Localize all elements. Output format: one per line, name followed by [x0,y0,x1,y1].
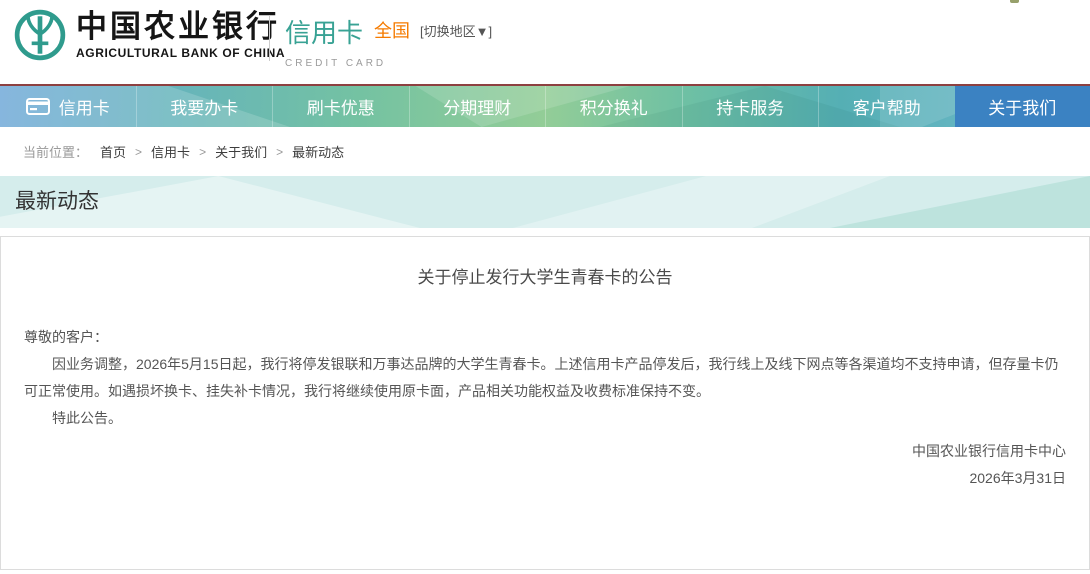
page: 中国农业银行 AGRICULTURAL BANK OF CHINA 信用卡 CR… [0,0,1090,574]
page-title: 最新动态 [0,176,1090,228]
article-paragraph: 特此公告。 [24,405,1066,432]
credit-card-icon [26,98,50,115]
nav-item-label: 关于我们 [988,94,1056,119]
region-selector: 全国 [切换地区▼] [374,17,492,43]
page-title-band: 最新动态 [0,176,1090,228]
bank-name-cn: 中国农业银行 [76,10,285,44]
nav-item-label: 分期理财 [443,94,511,119]
bank-name: 中国农业银行 AGRICULTURAL BANK OF CHINA [76,10,285,60]
credit-card-section-title: 信用卡 CREDIT CARD [285,13,386,69]
article-signature: 中国农业银行信用卡中心 [24,438,1066,465]
nav-item-apply-card[interactable]: 我要办卡 [136,86,273,127]
header-divider [269,15,270,61]
nav-item-label: 信用卡 [59,94,110,119]
region-current-label: 全国 [374,17,410,43]
article-salutation: 尊敬的客户： [24,324,1066,351]
nav-item-label: 持卡服务 [716,94,784,119]
nav-item-points-rewards[interactable]: 积分换礼 [545,86,682,127]
breadcrumb-prefix: 当前位置： [23,142,88,161]
breadcrumb: 当前位置： 首页 > 信用卡 > 关于我们 > 最新动态 [0,127,1090,176]
main-nav: 信用卡 我要办卡 刷卡优惠 分期理财 积分换礼 持卡服务 客户帮助 关于我们 [0,84,1090,127]
region-switch-link[interactable]: [切换地区▼] [420,21,492,40]
nav-item-about-us[interactable]: 关于我们 [955,86,1090,127]
nav-item-card-discounts[interactable]: 刷卡优惠 [272,86,409,127]
breadcrumb-separator: > [276,145,283,159]
section-title-en: CREDIT CARD [285,58,386,69]
bank-logo[interactable]: 中国农业银行 AGRICULTURAL BANK OF CHINA [14,9,285,61]
article-body: 尊敬的客户： 因业务调整，2026年5月15日起，我行将停发银联和万事达品牌的大… [24,324,1066,492]
nav-item-label: 客户帮助 [853,94,921,119]
nav-item-credit-card[interactable]: 信用卡 [0,86,136,127]
nav-item-label: 我要办卡 [170,94,238,119]
site-header: 中国农业银行 AGRICULTURAL BANK OF CHINA 信用卡 CR… [0,0,1090,84]
nav-item-customer-help[interactable]: 客户帮助 [818,86,955,127]
cropped-top-icon [1010,0,1019,3]
section-title-cn: 信用卡 [285,13,386,50]
breadcrumb-link-latest-news[interactable]: 最新动态 [292,142,344,161]
article-title: 关于停止发行大学生青春卡的公告 [24,263,1066,288]
breadcrumb-link-home[interactable]: 首页 [100,142,126,161]
breadcrumb-separator: > [135,145,142,159]
nav-item-label: 积分换礼 [580,94,648,119]
article-date: 2026年3月31日 [24,465,1066,492]
announcement-box: 关于停止发行大学生青春卡的公告 尊敬的客户： 因业务调整，2026年5月15日起… [0,236,1090,570]
abc-logo-icon [14,9,66,61]
nav-item-label: 刷卡优惠 [307,94,375,119]
nav-item-installment-finance[interactable]: 分期理财 [409,86,546,127]
bank-name-en: AGRICULTURAL BANK OF CHINA [76,46,285,60]
article-paragraph: 因业务调整，2026年5月15日起，我行将停发银联和万事达品牌的大学生青春卡。上… [24,351,1066,405]
breadcrumb-link-credit-card[interactable]: 信用卡 [151,142,190,161]
breadcrumb-link-about-us[interactable]: 关于我们 [215,142,267,161]
breadcrumb-separator: > [199,145,206,159]
nav-item-cardholder-services[interactable]: 持卡服务 [682,86,819,127]
